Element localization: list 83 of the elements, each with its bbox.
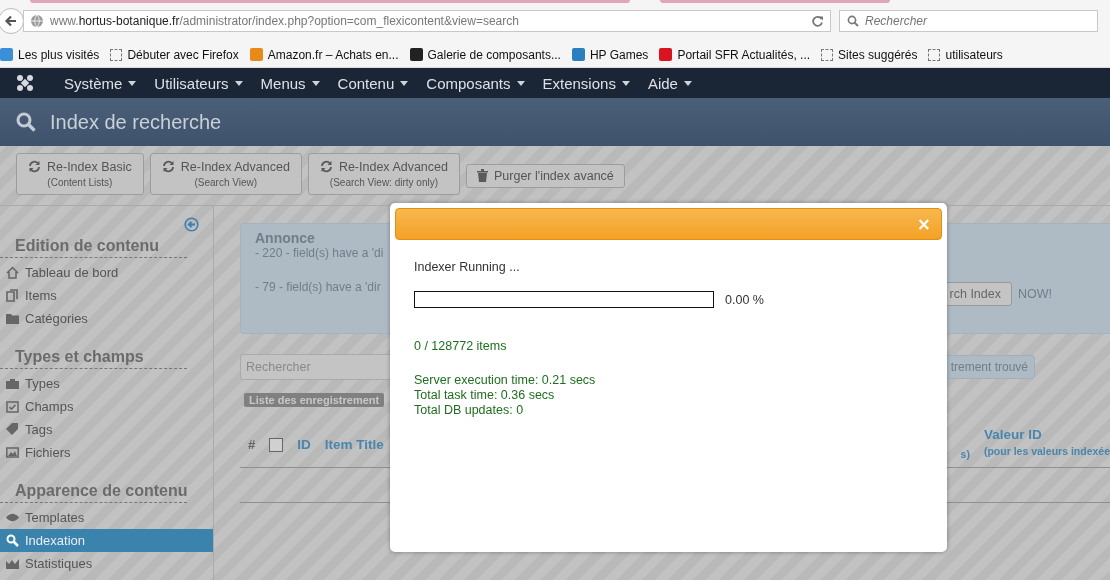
page-icon	[928, 48, 941, 61]
caret-icon	[311, 80, 320, 86]
notice-text: - 79 - field(s) have a 'dir	[255, 280, 382, 294]
sidebar-item[interactable]: Catégories	[0, 307, 213, 330]
check-icon	[6, 400, 19, 413]
column-subtitle: s)	[960, 448, 970, 460]
sidebar-item[interactable]: Indexation	[0, 529, 213, 552]
section-heading: Types et champs	[0, 344, 187, 369]
copy-icon	[6, 289, 19, 302]
case-icon	[6, 377, 19, 390]
folder-icon	[6, 312, 19, 325]
sidebar-item[interactable]: Champs	[0, 395, 213, 418]
column-header: #	[248, 437, 256, 452]
image-icon	[6, 446, 19, 459]
progress-percent: 0.00 %	[725, 292, 764, 307]
home-icon	[6, 266, 19, 279]
menu-item[interactable]: Système	[56, 74, 147, 92]
menu-item[interactable]: Menus	[252, 74, 330, 92]
menu-item[interactable]: Utilisateurs	[146, 74, 253, 92]
search-icon	[6, 534, 19, 547]
notice-note: NOW!	[1017, 287, 1052, 301]
caret-icon	[621, 80, 630, 86]
item-count: 0 / 128772 items	[414, 339, 508, 353]
address-bar[interactable]: www.hortus-botanique.fr/administrator/index.php?option=com_flexicontent&view=search	[23, 10, 831, 32]
stat-text: Total DB updates: 0	[414, 403, 525, 417]
toolbar-button[interactable]: Re-Index Advanced (Search View)	[149, 152, 302, 195]
sidebar-item[interactable]: Tableau de bord	[0, 261, 213, 284]
select-all-checkbox[interactable]	[269, 437, 284, 452]
chart-icon	[6, 557, 19, 570]
bookmark-link[interactable]: Portail SFR Actualités, ...	[659, 47, 811, 62]
bookmark-link[interactable]: Amazon.fr – Achats en...	[249, 47, 399, 62]
page-icon	[110, 48, 123, 61]
back-arrow-icon	[4, 14, 18, 28]
search-field[interactable]: Rechercher	[839, 10, 1098, 32]
menu-item[interactable]: Extensions	[534, 74, 640, 92]
section-heading: Edition de contenu	[0, 233, 187, 258]
notice-title: Annonce	[255, 230, 316, 246]
stat-text: Total task time: 0.36 secs	[414, 388, 556, 402]
sidebar-item[interactable]: Statistiques	[0, 552, 213, 575]
sidebar-item[interactable]: Items	[0, 284, 213, 307]
collapse-icon[interactable]	[184, 217, 199, 232]
toolbar-button[interactable]: Re-Index Basic (Content Lists)	[16, 152, 144, 195]
stat-text: Server execution time: 0.21 secs	[414, 373, 597, 387]
bookmark-link[interactable]: Les plus visités	[0, 47, 100, 62]
bookmark-link[interactable]: Débuter avec Firefox	[110, 47, 239, 62]
caret-icon	[400, 80, 409, 86]
caret-icon	[234, 80, 243, 86]
bookmark-link[interactable]: HP Games	[571, 47, 649, 62]
refresh-icon	[319, 160, 333, 173]
bookmark-link[interactable]: Sites suggérés	[821, 47, 918, 62]
section-heading: Apparence de contenu	[0, 478, 187, 503]
url-text: www.hortus-botanique.fr/administrator/index.php?option=com_flexicontent&view=search	[50, 14, 520, 28]
toolbar-button[interactable]: Purger l'index avancé	[466, 163, 625, 188]
search-icon	[16, 112, 36, 132]
back-button[interactable]	[0, 8, 24, 34]
logo-icon[interactable]	[16, 74, 34, 92]
page-title: Index de recherche	[50, 110, 222, 134]
toolbar-button[interactable]: Re-Index Advanced (Search View: dirty only)	[307, 152, 460, 195]
bookmark-link[interactable]: utilisateurs	[928, 47, 1003, 62]
eye-icon	[6, 511, 19, 524]
sidebar-item[interactable]: Fichiers	[0, 441, 213, 464]
menu-item[interactable]: Aide	[639, 74, 702, 92]
caret-icon	[128, 80, 137, 86]
menu-item[interactable]: Contenu	[329, 74, 419, 92]
globe-icon	[30, 14, 44, 28]
menu-item[interactable]: Composants	[418, 74, 535, 92]
reload-icon[interactable]	[811, 14, 824, 28]
caret-icon	[516, 80, 525, 86]
bookmark-link[interactable]: Galerie de composants...	[409, 47, 561, 62]
tag-icon	[6, 423, 19, 436]
sidebar-item[interactable]: Types	[0, 372, 213, 395]
page-icon	[821, 48, 834, 61]
search-icon	[847, 15, 859, 27]
sidebar-item[interactable]: Templates	[0, 506, 213, 529]
column-subtitle: (pour les valeurs indexée	[983, 445, 1110, 457]
sidebar-item[interactable]: Tags	[0, 418, 213, 441]
refresh-icon	[161, 160, 175, 173]
list-badge: Liste des enregistrement	[244, 393, 385, 407]
refresh-icon	[28, 160, 41, 173]
status-text: Indexer Running ...	[414, 260, 521, 274]
trash-icon	[477, 169, 488, 182]
caret-icon	[683, 80, 692, 86]
notice-text: - 220 - field(s) have a 'di	[255, 246, 384, 260]
